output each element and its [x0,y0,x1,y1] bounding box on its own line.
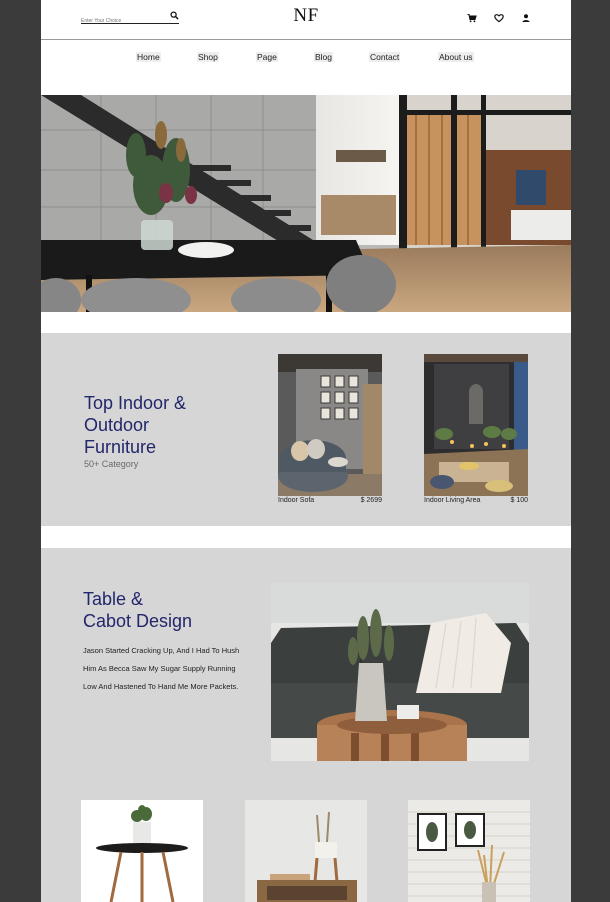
page: NF Home Shop Page Blog Contact About us [41,0,571,902]
user-icon[interactable] [521,10,531,22]
product-price: $ 2699 [360,497,382,504]
nav-about[interactable]: About us [438,52,474,62]
nav-home[interactable]: Home [136,52,161,62]
cart-icon[interactable] [467,10,477,23]
main-nav: Home Shop Page Blog Contact About us [41,41,571,74]
product-name[interactable]: Indoor Living Area [424,497,480,504]
search-icon[interactable] [170,11,179,20]
heart-icon[interactable] [494,10,504,23]
feature-image [271,583,529,761]
product-image[interactable] [278,354,382,496]
hero-image [41,95,571,312]
nav-shop[interactable]: Shop [197,52,219,62]
category-section: Top Indoor & Outdoor Furniture 50+ Categ… [41,333,571,526]
design-section: Table & Cabot Design Jason Started Crack… [41,548,571,902]
section-heading: Top Indoor & Outdoor Furniture [84,393,187,457]
product-card[interactable]: Indoor Sofa $ 2699 [278,354,382,504]
section-subheading: 50+ Category [84,459,139,469]
nav-page[interactable]: Page [256,52,278,62]
section-body-text: Jason Started Cracking Up, And I Had To … [83,646,240,691]
gallery-image[interactable] [245,800,367,902]
gallery-image[interactable] [81,800,203,902]
section-heading-line2: Cabot Design [83,611,193,631]
section-heading-line1: Table & [83,589,144,609]
nav-blog[interactable]: Blog [314,52,334,62]
site-logo[interactable]: NF [281,5,331,27]
search-bar [81,9,179,28]
product-card[interactable]: Indoor Living Area $ 100 [424,354,528,504]
product-image[interactable] [424,354,528,496]
section-heading: Table & Cabot Design [83,588,243,632]
search-input[interactable] [81,14,161,28]
product-price: $ 100 [510,497,528,504]
site-header: NF [41,0,571,40]
gallery-image[interactable] [408,800,530,902]
product-name[interactable]: Indoor Sofa [278,497,314,504]
nav-contact[interactable]: Contact [369,52,401,62]
